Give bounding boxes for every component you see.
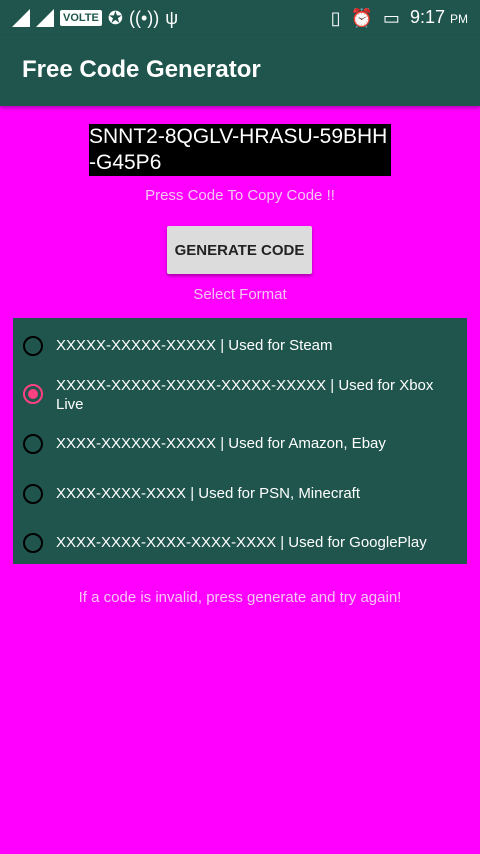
radio-button[interactable] (23, 336, 43, 356)
generate-code-button[interactable]: GENERATE CODE (167, 226, 312, 274)
vibrate-icon: ▯ (330, 8, 341, 28)
status-left: VOLTE ✪ ((•)) ψ (12, 6, 178, 30)
select-format-label: Select Format (193, 286, 287, 303)
radio-button[interactable] (23, 533, 43, 553)
app-title: Free Code Generator (22, 56, 261, 83)
format-option-psn[interactable]: XXXX-XXXX-XXXX | Used for PSN, Minecraft (13, 484, 467, 522)
volte-icon: VOLTE (60, 10, 102, 26)
status-bar: VOLTE ✪ ((•)) ψ ▯ ⏰ ▭ 9:17 PM (0, 0, 480, 36)
copy-hint: Press Code To Copy Code !! (145, 187, 335, 204)
radio-button[interactable] (23, 434, 43, 454)
battery-icon: ▭ (382, 8, 400, 28)
generated-code[interactable]: SNNT2-8QGLV-HRASU-59BHH-G45P6 (89, 124, 391, 176)
format-option-label: XXXXX-XXXXX-XXXXX-XXXXX-XXXXX | Used for… (56, 377, 434, 413)
format-option-steam[interactable]: XXXXX-XXXXX-XXXXX | Used for Steam (13, 336, 467, 374)
format-option-label: XXXX-XXXXXX-XXXXX | Used for Amazon, Eba… (56, 435, 386, 452)
radio-button[interactable] (23, 484, 43, 504)
usb-icon: ψ (165, 8, 179, 28)
format-option-label: XXXXX-XXXXX-XXXXX | Used for Steam (56, 337, 333, 354)
radio-button-selected[interactable] (23, 384, 43, 404)
format-option-xbox[interactable]: XXXXX-XXXXX-XXXXX-XXXXX-XXXXX | Used for… (13, 376, 467, 416)
app-bar: Free Code Generator (0, 36, 480, 106)
format-option-googleplay[interactable]: XXXX-XXXX-XXXX-XXXX-XXXX | Used for Goog… (13, 533, 467, 563)
signal-icon (36, 9, 54, 27)
status-time: 9:17 PM (409, 7, 468, 27)
format-radio-group: XXXXX-XXXXX-XXXXX | Used for Steam XXXXX… (13, 318, 467, 564)
messenger-icon: ✪ (107, 8, 123, 28)
format-option-amazon[interactable]: XXXX-XXXXXX-XXXXX | Used for Amazon, Eba… (13, 434, 467, 472)
hotspot-icon: ((•)) (128, 8, 160, 28)
invalid-code-hint: If a code is invalid, press generate and… (78, 589, 402, 606)
signal-icon (12, 9, 30, 27)
alarm-icon: ⏰ (350, 8, 373, 28)
status-right: ▯ ⏰ ▭ 9:17 PM (331, 6, 468, 30)
format-option-label: XXXX-XXXX-XXXX | Used for PSN, Minecraft (56, 485, 360, 502)
format-option-label: XXXX-XXXX-XXXX-XXXX-XXXX | Used for Goog… (56, 534, 427, 551)
